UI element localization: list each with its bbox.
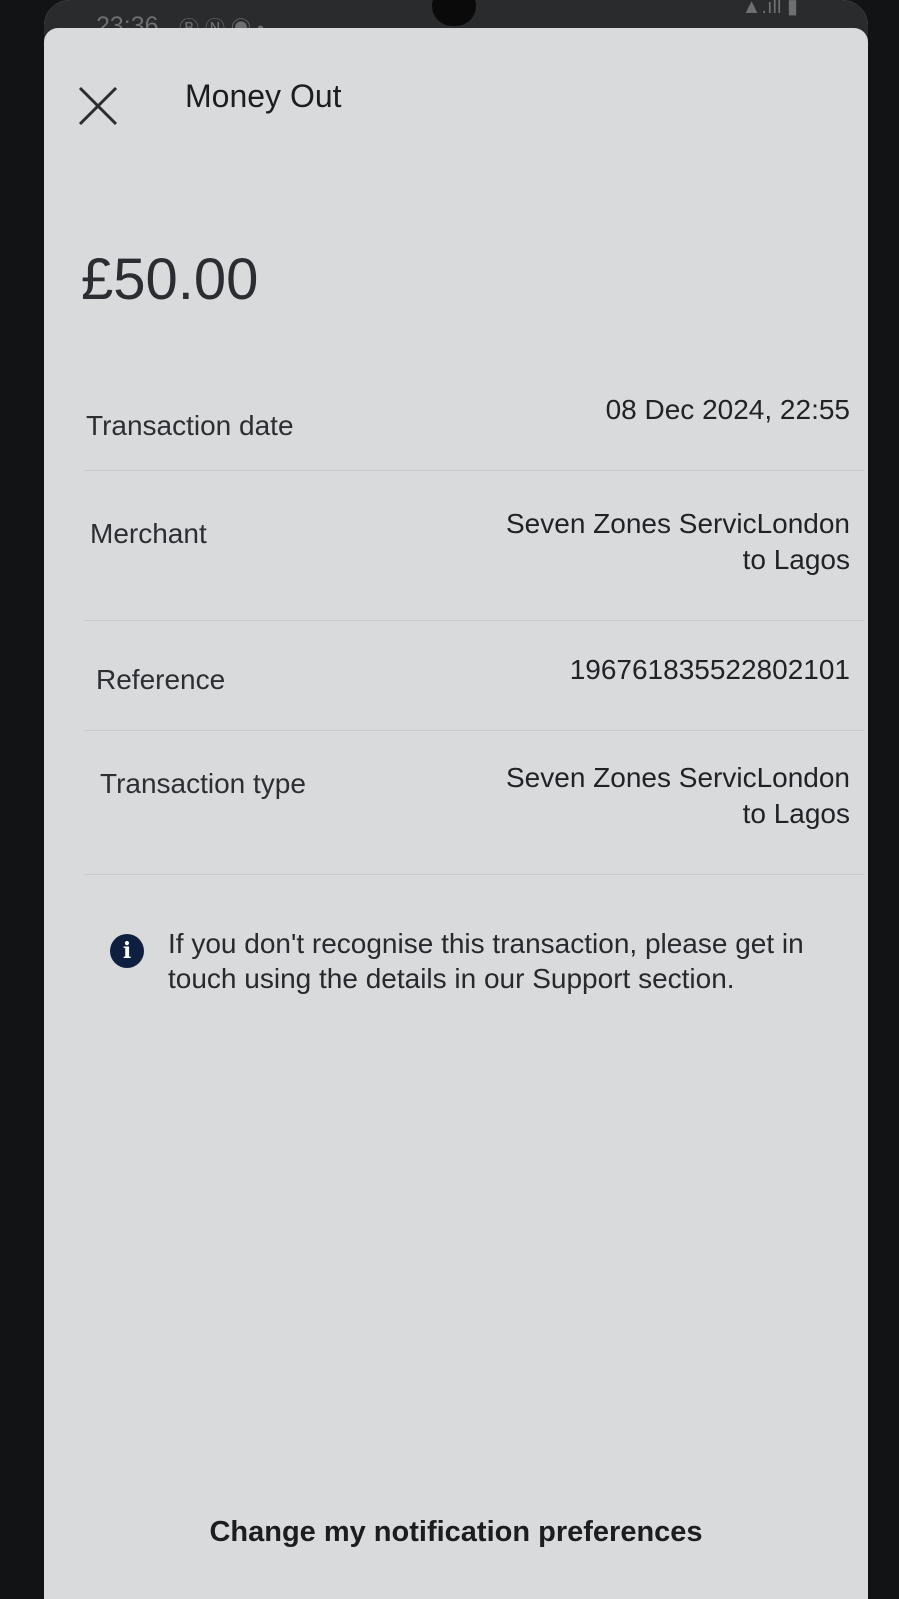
detail-row-transaction-date: Transaction date 08 Dec 2024, 22:55 (84, 378, 864, 471)
row-label: Transaction date (86, 410, 294, 441)
row-value-line2: to Lagos (742, 544, 850, 575)
row-label: Reference (96, 664, 226, 695)
row-label: Merchant (90, 518, 207, 549)
signal-battery-icon: ▲.ıll ▮ (741, 0, 798, 18)
row-label: Transaction type (100, 768, 306, 799)
transaction-amount: £50.00 (81, 247, 259, 312)
row-value: Seven Zones ServicLondon to Lagos (506, 506, 850, 578)
close-button[interactable] (76, 84, 120, 128)
row-value-line1: Seven Zones ServicLondon (506, 762, 850, 793)
detail-row-transaction-type: Transaction type Seven Zones ServicLondo… (84, 732, 864, 875)
page-title: Money Out (185, 78, 342, 114)
phone-frame: 23:36 ⒷⓃ◉• ▲.ıll ▮ Money Out £50.00 Tran… (44, 0, 868, 1599)
change-notification-preferences-link[interactable]: Change my notification preferences (44, 1516, 868, 1549)
row-value-line2: to Lagos (742, 798, 850, 829)
row-value-line1: Seven Zones ServicLondon (506, 508, 850, 539)
money-out-screen: Money Out £50.00 Transaction date 08 Dec… (44, 28, 868, 1599)
detail-row-merchant: Merchant Seven Zones ServicLondon to Lag… (84, 472, 864, 621)
row-value: 08 Dec 2024, 22:55 (605, 394, 850, 425)
row-value: Seven Zones ServicLondon to Lagos (506, 760, 850, 832)
close-icon (78, 86, 118, 126)
detail-row-reference: Reference 196761835522802101 (84, 622, 864, 731)
info-icon: i (110, 934, 144, 968)
info-text: If you don't recognise this transaction,… (168, 928, 804, 994)
row-value: 196761835522802101 (569, 654, 850, 685)
camera-cutout (432, 0, 476, 26)
